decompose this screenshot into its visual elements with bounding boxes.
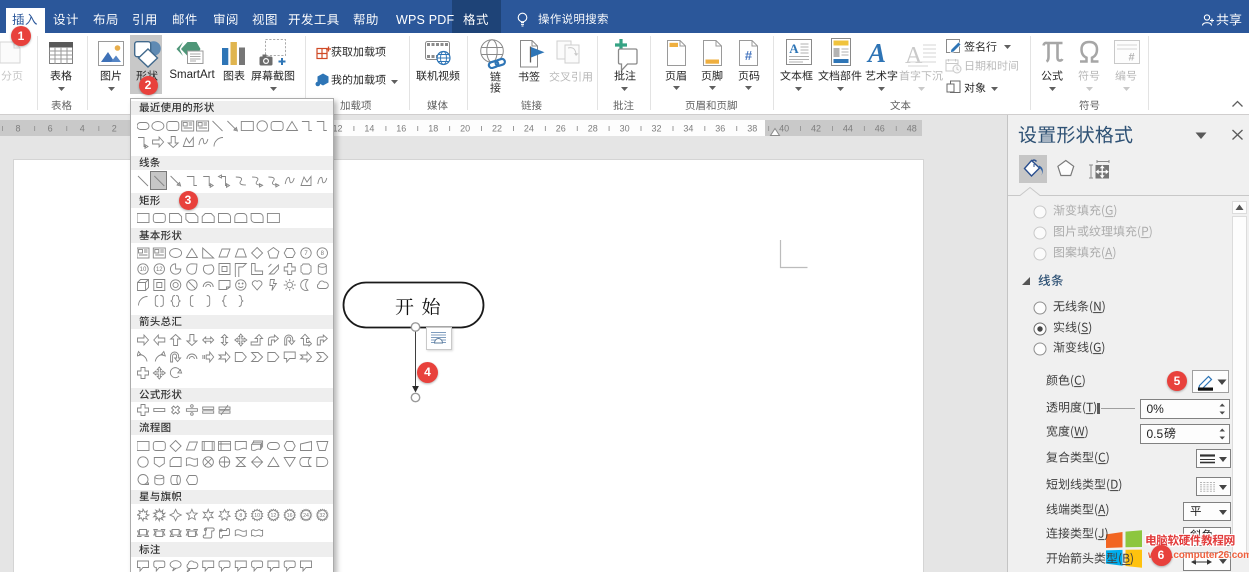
svg-text:8: 8 — [15, 124, 20, 134]
svg-text:12: 12 — [271, 513, 277, 519]
svg-text:40: 40 — [779, 124, 789, 134]
svg-text:4: 4 — [80, 124, 85, 134]
svg-text:A: A — [789, 41, 799, 56]
svg-text:10: 10 — [254, 513, 260, 519]
svg-text:8: 8 — [321, 251, 325, 257]
svg-text:46: 46 — [875, 124, 885, 134]
svg-text:24: 24 — [524, 124, 534, 134]
svg-text:#: # — [744, 48, 752, 63]
svg-text:2: 2 — [112, 124, 117, 134]
svg-text:20: 20 — [460, 124, 470, 134]
svg-text:34: 34 — [683, 124, 693, 134]
svg-text:32: 32 — [319, 513, 325, 519]
svg-text:28: 28 — [588, 124, 598, 134]
svg-text:48: 48 — [907, 124, 917, 134]
svg-text:36: 36 — [715, 124, 725, 134]
svg-text:18: 18 — [428, 124, 438, 134]
svg-text:16: 16 — [287, 513, 293, 519]
svg-text:24: 24 — [303, 513, 309, 519]
svg-text:#: # — [1128, 51, 1134, 63]
svg-text:10: 10 — [140, 267, 147, 273]
svg-text:22: 22 — [492, 124, 502, 134]
svg-text:38: 38 — [747, 124, 757, 134]
svg-text:14: 14 — [364, 124, 374, 134]
svg-text:26: 26 — [556, 124, 566, 134]
svg-text:42: 42 — [811, 124, 821, 134]
svg-text:44: 44 — [843, 124, 853, 134]
svg-text:32: 32 — [651, 124, 661, 134]
svg-text:7: 7 — [304, 251, 308, 257]
svg-text:A: A — [905, 43, 923, 68]
svg-text:12: 12 — [156, 267, 163, 273]
svg-text:8: 8 — [239, 513, 242, 519]
svg-text:30: 30 — [620, 124, 630, 134]
svg-text:6: 6 — [48, 124, 53, 134]
svg-text:16: 16 — [396, 124, 406, 134]
